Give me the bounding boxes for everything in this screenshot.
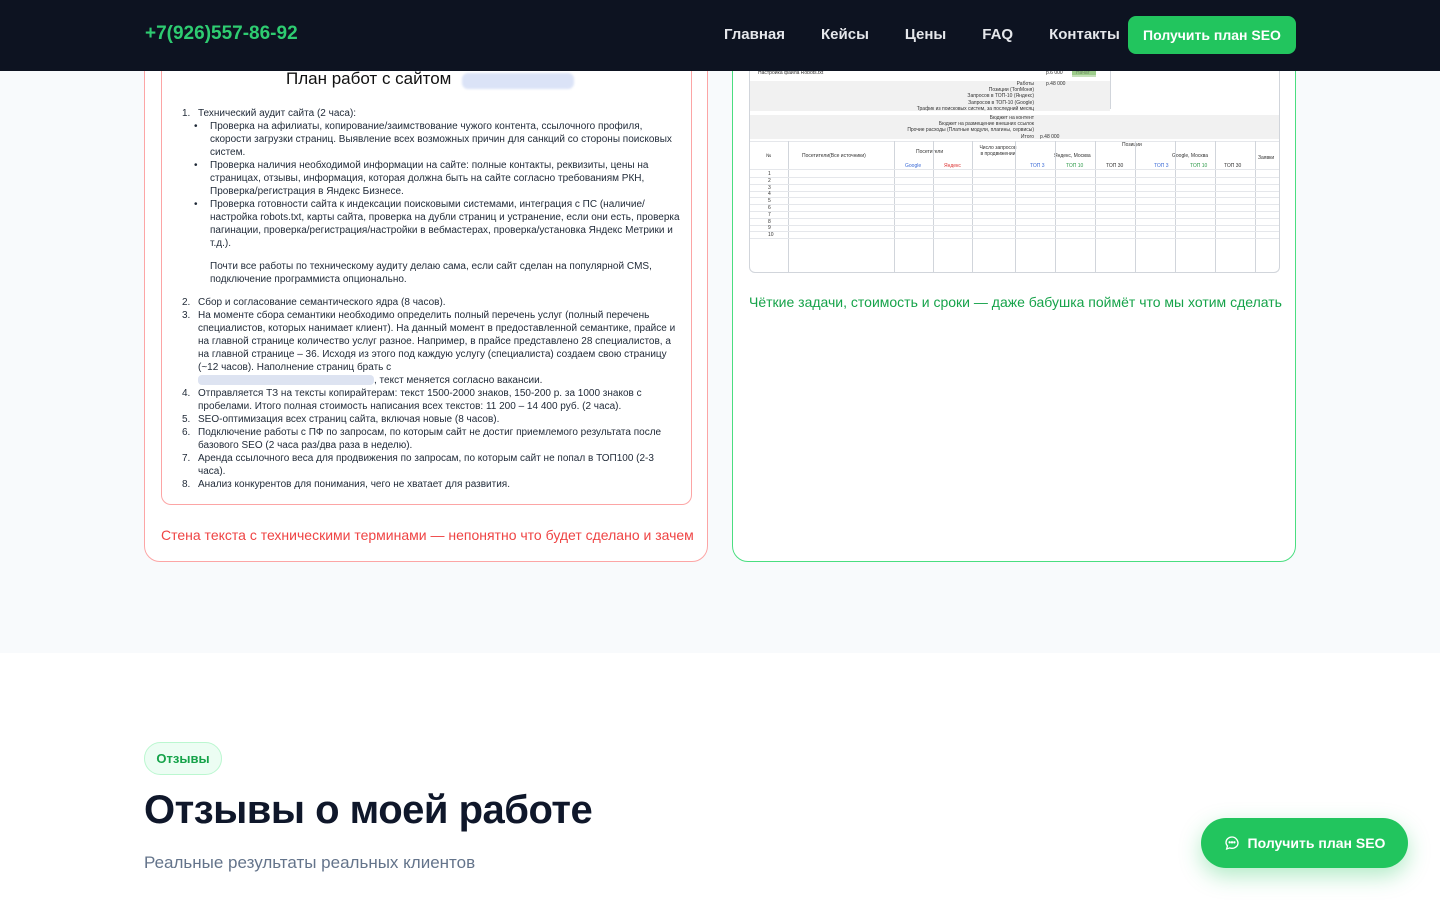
sheet-divider: [1175, 141, 1176, 272]
chat-icon: [1224, 836, 1239, 851]
sheet-rule: [750, 190, 1279, 192]
sheet-budget-label: Итого: [1020, 133, 1034, 140]
sheet-rule: [750, 238, 1279, 240]
floating-button-label: Получить план SEO: [1247, 835, 1386, 851]
sheet-header-yandex-msk: Яндекс, Москва: [1054, 153, 1091, 159]
document-list-item: 2. Сбор и согласование семантического ядр…: [182, 297, 446, 308]
sheet-header-positions: Позиции: [1122, 142, 1142, 148]
good-example-spreadsheet: SEO-аудит. Базовая и техническая SEO-опт…: [749, 41, 1280, 273]
sheet-rule: [750, 197, 1279, 199]
sheet-header-queries: Число запросов в продвижении: [979, 145, 1017, 157]
sheet-divider: [788, 141, 789, 272]
good-example-caption: Чёткие задачи, стоимость и сроки — даже …: [749, 294, 1282, 310]
comparison-section: План работ с сайтом 1. Технический аудит …: [0, 0, 1440, 653]
document-bullet: • Проверка наличия необходимой информации…: [194, 160, 649, 197]
sheet-divider: [1255, 141, 1256, 272]
floating-seo-plan-button[interactable]: Получить план SEO: [1201, 818, 1408, 868]
sheet-summary-fill: [750, 99, 1110, 106]
sheet-summary-fill: [750, 86, 1110, 93]
sheet-rule: [750, 204, 1279, 206]
document-list-item: 1. Технический аудит сайта (2 часа):: [182, 108, 357, 119]
sheet-header-num: №: [766, 153, 772, 159]
document-list-item: 6. Подключение работы с ПФ по запросам, п…: [182, 427, 662, 451]
document-body: 1. Технический аудит сайта (2 часа): • Пров…: [182, 107, 682, 491]
sheet-summary-label: Трафик из поисковых систем, за последний…: [916, 105, 1034, 112]
sheet-rule: [750, 169, 1279, 170]
bad-example-document: План работ с сайтом 1. Технический аудит …: [161, 41, 692, 505]
document-list-item: 7. Аренда ссылочного веса для продвижения…: [182, 453, 654, 477]
sheet-divider: [1055, 141, 1056, 272]
sheet-header-visitors-all: Посетители(Все источники): [802, 153, 866, 159]
nav-link-cases[interactable]: Кейсы: [821, 26, 869, 43]
sheet-divider: [1015, 141, 1016, 272]
bad-example-caption: Стена текста с техническими терминами — …: [161, 527, 694, 543]
good-example-card: SEO-аудит. Базовая и техническая SEO-опт…: [732, 40, 1296, 562]
blurred-link: [198, 375, 374, 386]
sheet-rule: [750, 211, 1279, 212]
get-seo-plan-button[interactable]: Получить план SEO: [1128, 16, 1296, 54]
sheet-rule: [750, 217, 1279, 219]
document-line: , текст меняется согласно вакансии.: [182, 374, 682, 387]
bad-example-card: План работ с сайтом 1. Технический аудит …: [144, 40, 708, 562]
sheet-rule: [750, 224, 1279, 226]
sheet-divider: [894, 141, 895, 272]
document-bullet: • Проверка готовности сайта к индексации …: [194, 199, 680, 249]
sheet-rule: [750, 231, 1279, 233]
document-paragraph: Почти все работы по техническому аудиту …: [210, 261, 652, 285]
document-bullet: • Проверка на афилиаты, копирование/заимс…: [194, 121, 672, 158]
reviews-subtitle: Реальные результаты реальных клиентов: [144, 853, 476, 872]
reviews-badge: Отзывы: [144, 742, 222, 775]
site-header: +7(926)557-86-92 Главная Кейсы Цены FAQ …: [0, 0, 1440, 71]
document-title: План работ с сайтом: [286, 69, 452, 88]
phone-link[interactable]: +7(926)557-86-92: [145, 23, 298, 45]
sheet-header-google-msk: Google, Москва: [1172, 153, 1208, 159]
nav-link-faq[interactable]: FAQ: [982, 26, 1013, 43]
sheet-rule: [750, 177, 1279, 178]
sheet-rule: [750, 183, 1279, 185]
sheet-divider: [1135, 141, 1136, 272]
sheet-header-visitors: Посетители: [916, 149, 944, 155]
sheet-budget-fill: [750, 133, 1279, 140]
nav-link-home[interactable]: Главная: [724, 26, 785, 43]
reviews-title: Отзывы о моей работе: [144, 788, 593, 832]
document-list-item: 5. SEO-оптимизация всех страниц сайта, вк…: [182, 414, 500, 425]
main-nav: Главная Кейсы Цены FAQ Контакты: [724, 26, 1156, 43]
sheet-budget-value: р.48 000: [1040, 133, 1060, 140]
nav-link-contacts[interactable]: Контакты: [1049, 26, 1120, 43]
sheet-header-orders: Заявки: [1258, 155, 1275, 161]
sheet-divider: [933, 141, 934, 272]
nav-link-prices[interactable]: Цены: [905, 26, 946, 43]
blurred-site-name: [462, 73, 574, 89]
document-list-item: 3. На моменте сбора семантики необходимо …: [182, 310, 676, 373]
sheet-divider: [1215, 141, 1216, 272]
sheet-summary-fill: [750, 92, 1110, 99]
document-list-item: 4. Отправляется ТЗ на тексты копирайтерам…: [182, 388, 642, 412]
sheet-divider: [1095, 141, 1096, 272]
sheet-divider: [972, 141, 973, 272]
document-list-item: 8. Анализ конкурентов для понимания, чего…: [182, 479, 510, 490]
